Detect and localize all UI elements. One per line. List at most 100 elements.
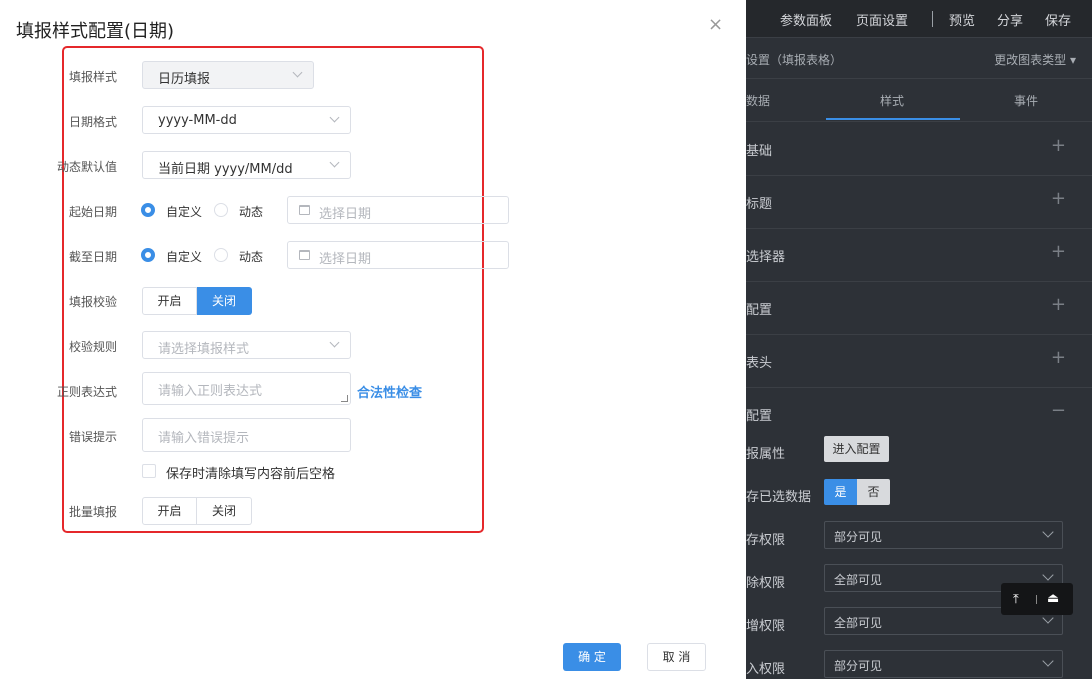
end-dynamic-radio[interactable] [214, 248, 228, 262]
chevron-down-icon [329, 157, 340, 168]
enter-config-button[interactable]: 进入配置 [824, 436, 889, 462]
section-config[interactable]: 配置 + [746, 282, 1092, 335]
chevron-down-icon [1042, 569, 1054, 581]
import-permission-select[interactable]: 部分可见 [824, 650, 1063, 678]
section-title[interactable]: 标题 + [746, 176, 1092, 229]
trim-spaces-checkbox[interactable] [142, 464, 156, 478]
eject-icon[interactable]: ⏏ [1047, 591, 1059, 606]
date-format-label: 日期格式 [69, 115, 118, 129]
validation-off-button[interactable]: 关闭 [197, 287, 252, 315]
batch-fill-label: 批量填报 [69, 505, 118, 519]
date-placeholder: 选择日期 [319, 207, 372, 222]
save-selected-label: 存已选数据 [746, 490, 812, 505]
expand-plus-icon[interactable]: + [1051, 241, 1066, 262]
chevron-down-icon [1042, 526, 1054, 538]
import-permission-label: 入权限 [746, 662, 786, 677]
save-permission-label: 存权限 [746, 533, 786, 548]
yes-option[interactable]: 是 [824, 479, 857, 505]
cancel-button[interactable]: 取 消 [647, 643, 706, 671]
section-label: 配置 [746, 409, 773, 424]
change-chart-type-button[interactable]: 更改图表类型 ▾ [994, 51, 1076, 68]
dialog-title: 填报样式配置(日期) [16, 21, 175, 42]
select-value: 全部可见 [834, 616, 883, 630]
start-date-picker[interactable]: 选择日期 [287, 196, 509, 224]
end-dynamic-label[interactable]: 动态 [239, 248, 263, 265]
rule-label: 校验规则 [69, 340, 118, 354]
section-label: 表头 [746, 356, 773, 371]
section-label: 基础 [746, 144, 773, 159]
select-value: 部分可见 [834, 530, 883, 544]
tab-style[interactable]: 样式 [880, 92, 904, 109]
resize-handle-icon[interactable] [341, 395, 348, 402]
save-button[interactable]: 保存 [1045, 10, 1071, 29]
param-panel-button[interactable]: 参数面板 [780, 10, 832, 29]
select-value: 部分可见 [834, 659, 883, 673]
end-date-label: 截至日期 [69, 250, 118, 264]
chevron-down-icon [1042, 655, 1054, 667]
panel-sub-header: 设置（填报表格） 更改图表类型 ▾ [746, 39, 1092, 79]
select-placeholder: 请选择填报样式 [158, 342, 250, 357]
select-value: 日历填报 [158, 72, 211, 87]
section-label: 配置 [746, 303, 773, 318]
error-tip-label: 错误提示 [69, 430, 118, 444]
expand-plus-icon[interactable]: + [1051, 188, 1066, 209]
section-fill-config[interactable]: 配置 − [746, 388, 1092, 441]
dynamic-default-select[interactable]: 当前日期 yyyy/MM/dd [142, 151, 351, 179]
section-label: 选择器 [746, 250, 786, 265]
fill-attr-label: 报属性 [746, 447, 786, 462]
toolbar-divider [932, 11, 933, 27]
toolbar-divider [1036, 595, 1037, 604]
date-placeholder: 选择日期 [319, 252, 372, 267]
panel-tabs: 数据 样式 事件 [746, 80, 1092, 122]
validation-label: 填报校验 [69, 295, 118, 309]
regex-textarea[interactable]: 请输入正则表达式 [142, 372, 351, 405]
scroll-top-icon[interactable]: ⤒ [1013, 592, 1019, 607]
section-label: 标题 [746, 197, 773, 212]
section-selector[interactable]: 选择器 + [746, 229, 1092, 282]
validation-on-button[interactable]: 开启 [142, 287, 197, 315]
end-date-picker[interactable]: 选择日期 [287, 241, 509, 269]
section-basic[interactable]: 基础 + [746, 123, 1092, 176]
no-option[interactable]: 否 [857, 479, 890, 505]
chevron-down-icon [329, 112, 340, 123]
tab-data[interactable]: 数据 [746, 92, 770, 109]
confirm-button[interactable]: 确 定 [563, 643, 621, 671]
chevron-down-icon [329, 337, 340, 348]
panel-title: 设置（填报表格） [746, 53, 843, 67]
error-tip-placeholder: 请输入错误提示 [158, 431, 250, 446]
end-custom-radio[interactable] [141, 248, 155, 262]
close-icon[interactable]: × [708, 14, 723, 35]
select-value: 全部可见 [834, 573, 883, 587]
page-settings-button[interactable]: 页面设置 [856, 10, 908, 29]
date-format-select[interactable]: yyyy-MM-dd [142, 106, 351, 134]
fill-style-select[interactable]: 日历填报 [142, 61, 314, 89]
expand-plus-icon[interactable]: + [1051, 347, 1066, 368]
fill-style-dialog: 填报样式配置(日期) × 填报样式 日历填报 日期格式 yyyy-MM-dd 动… [0, 0, 746, 679]
batch-off-button[interactable]: 关闭 [197, 497, 252, 525]
trim-spaces-label[interactable]: 保存时清除填写内容前后空格 [166, 463, 335, 482]
validation-toggle: 开启 关闭 [142, 287, 252, 315]
share-button[interactable]: 分享 [997, 10, 1023, 29]
start-custom-radio[interactable] [141, 203, 155, 217]
batch-on-button[interactable]: 开启 [142, 497, 197, 525]
chevron-down-icon [292, 67, 303, 78]
expand-plus-icon[interactable]: + [1051, 294, 1066, 315]
save-permission-select[interactable]: 部分可见 [824, 521, 1063, 549]
start-dynamic-label[interactable]: 动态 [239, 203, 263, 220]
section-header[interactable]: 表头 + [746, 335, 1092, 388]
expand-plus-icon[interactable]: + [1051, 135, 1066, 156]
select-value: yyyy-MM-dd [158, 113, 237, 128]
tab-events[interactable]: 事件 [1014, 92, 1038, 109]
start-dynamic-radio[interactable] [214, 203, 228, 217]
error-tip-input[interactable]: 请输入错误提示 [142, 418, 351, 452]
preview-button[interactable]: 预览 [949, 10, 975, 29]
end-custom-label[interactable]: 自定义 [166, 248, 202, 265]
regex-label: 正则表达式 [57, 385, 118, 399]
start-custom-label[interactable]: 自定义 [166, 203, 202, 220]
regex-placeholder: 请输入正则表达式 [158, 384, 263, 399]
select-value: 当前日期 yyyy/MM/dd [158, 162, 293, 177]
rule-select[interactable]: 请选择填报样式 [142, 331, 351, 359]
collapse-minus-icon[interactable]: − [1051, 400, 1066, 421]
validity-check-link[interactable]: 合法性检查 [357, 382, 422, 401]
active-tab-indicator [826, 118, 960, 120]
